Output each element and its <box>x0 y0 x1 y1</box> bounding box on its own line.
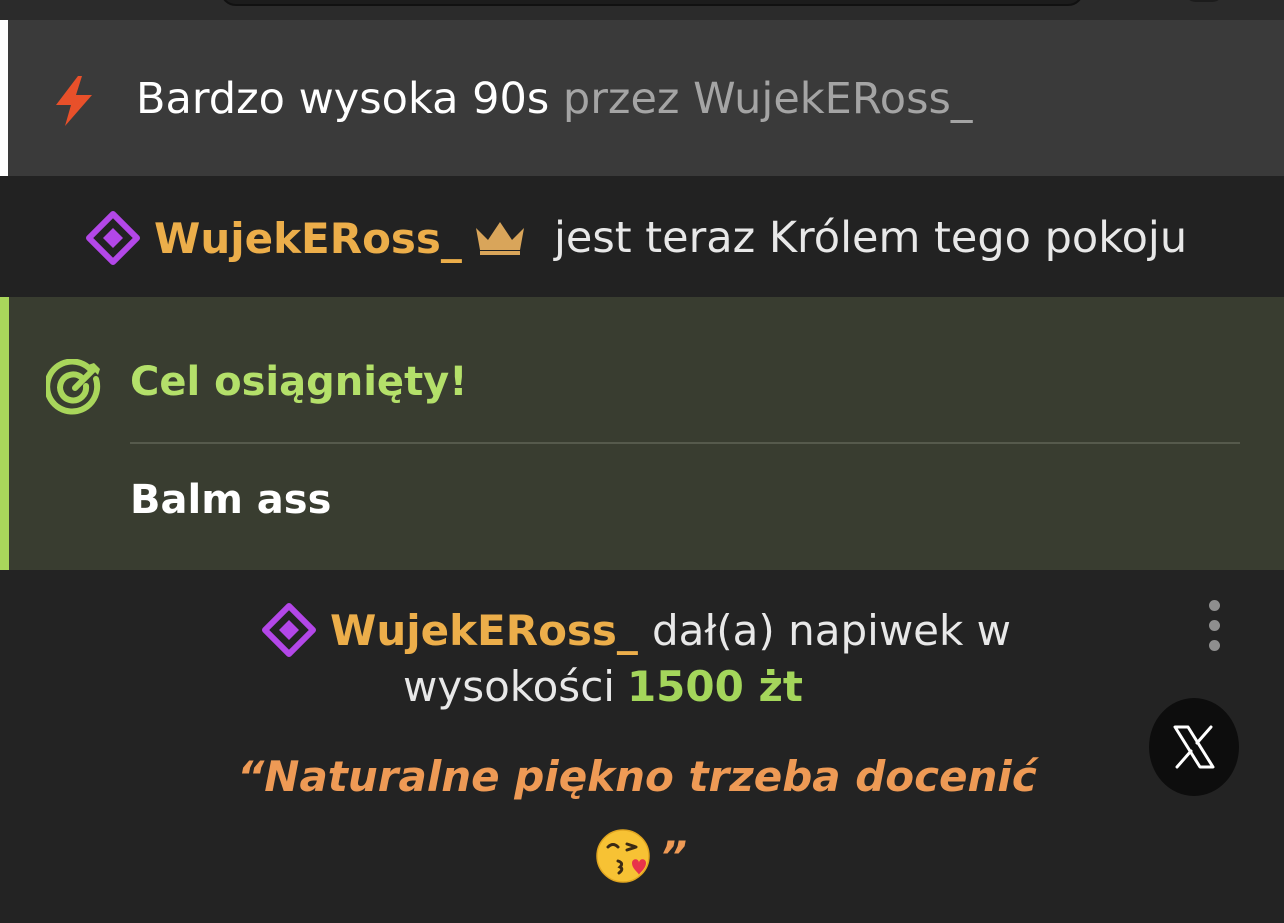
goal-name: Balm ass <box>130 477 332 523</box>
tip-quote: “Naturalne piękno trzeba docenić <box>0 752 1284 801</box>
speed-by: przez WujekERoss_ <box>562 74 973 124</box>
tip-username[interactable]: WujekERoss_ <box>330 606 638 655</box>
tip-message-line2: wysokości <box>403 662 615 711</box>
top-strip <box>0 0 1284 20</box>
input-pill-edge[interactable] <box>220 0 1084 6</box>
goal-accent-bar <box>0 297 9 570</box>
tip-message-line1: dał(a) napiwek w <box>651 605 1012 655</box>
speed-level: Bardzo wysoka 90s <box>136 74 550 124</box>
tip-quote-line1: “Naturalne piękno trzeba docenić <box>237 752 1037 801</box>
top-button-edge[interactable] <box>1184 0 1224 2</box>
kissing-face-with-heart-icon <box>596 829 650 883</box>
x-share-button[interactable] <box>1149 698 1239 796</box>
goal-title: Cel osiągnięty! <box>130 359 468 405</box>
x-logo-icon <box>1173 725 1215 769</box>
goal-event-row: Cel osiągnięty! Balm ass <box>0 297 1284 570</box>
goal-divider <box>130 442 1240 444</box>
king-event-row: WujekERoss_ jest teraz Królem tego pokoj… <box>0 176 1284 297</box>
king-message: jest teraz Królem tego pokoju <box>553 213 1188 263</box>
lightning-bolt-icon <box>56 76 92 126</box>
speed-event-text: Bardzo wysoka 90s przez WujekERoss_ <box>136 74 972 124</box>
king-username[interactable]: WujekERoss_ <box>154 214 462 263</box>
diamond-icon <box>262 603 316 657</box>
crown-icon <box>475 222 524 255</box>
kebab-menu-icon[interactable] <box>1200 594 1230 654</box>
row-accent-bar <box>0 20 8 176</box>
speed-event-row: Bardzo wysoka 90s przez WujekERoss_ <box>0 20 1284 176</box>
tip-amount: 1500 żt <box>626 662 803 711</box>
tip-quote-end: ” <box>660 831 688 881</box>
tip-event-row: WujekERoss_ dał(a) napiwek w wysokości 15… <box>0 570 1284 923</box>
diamond-icon <box>86 211 140 265</box>
target-icon <box>46 359 101 415</box>
